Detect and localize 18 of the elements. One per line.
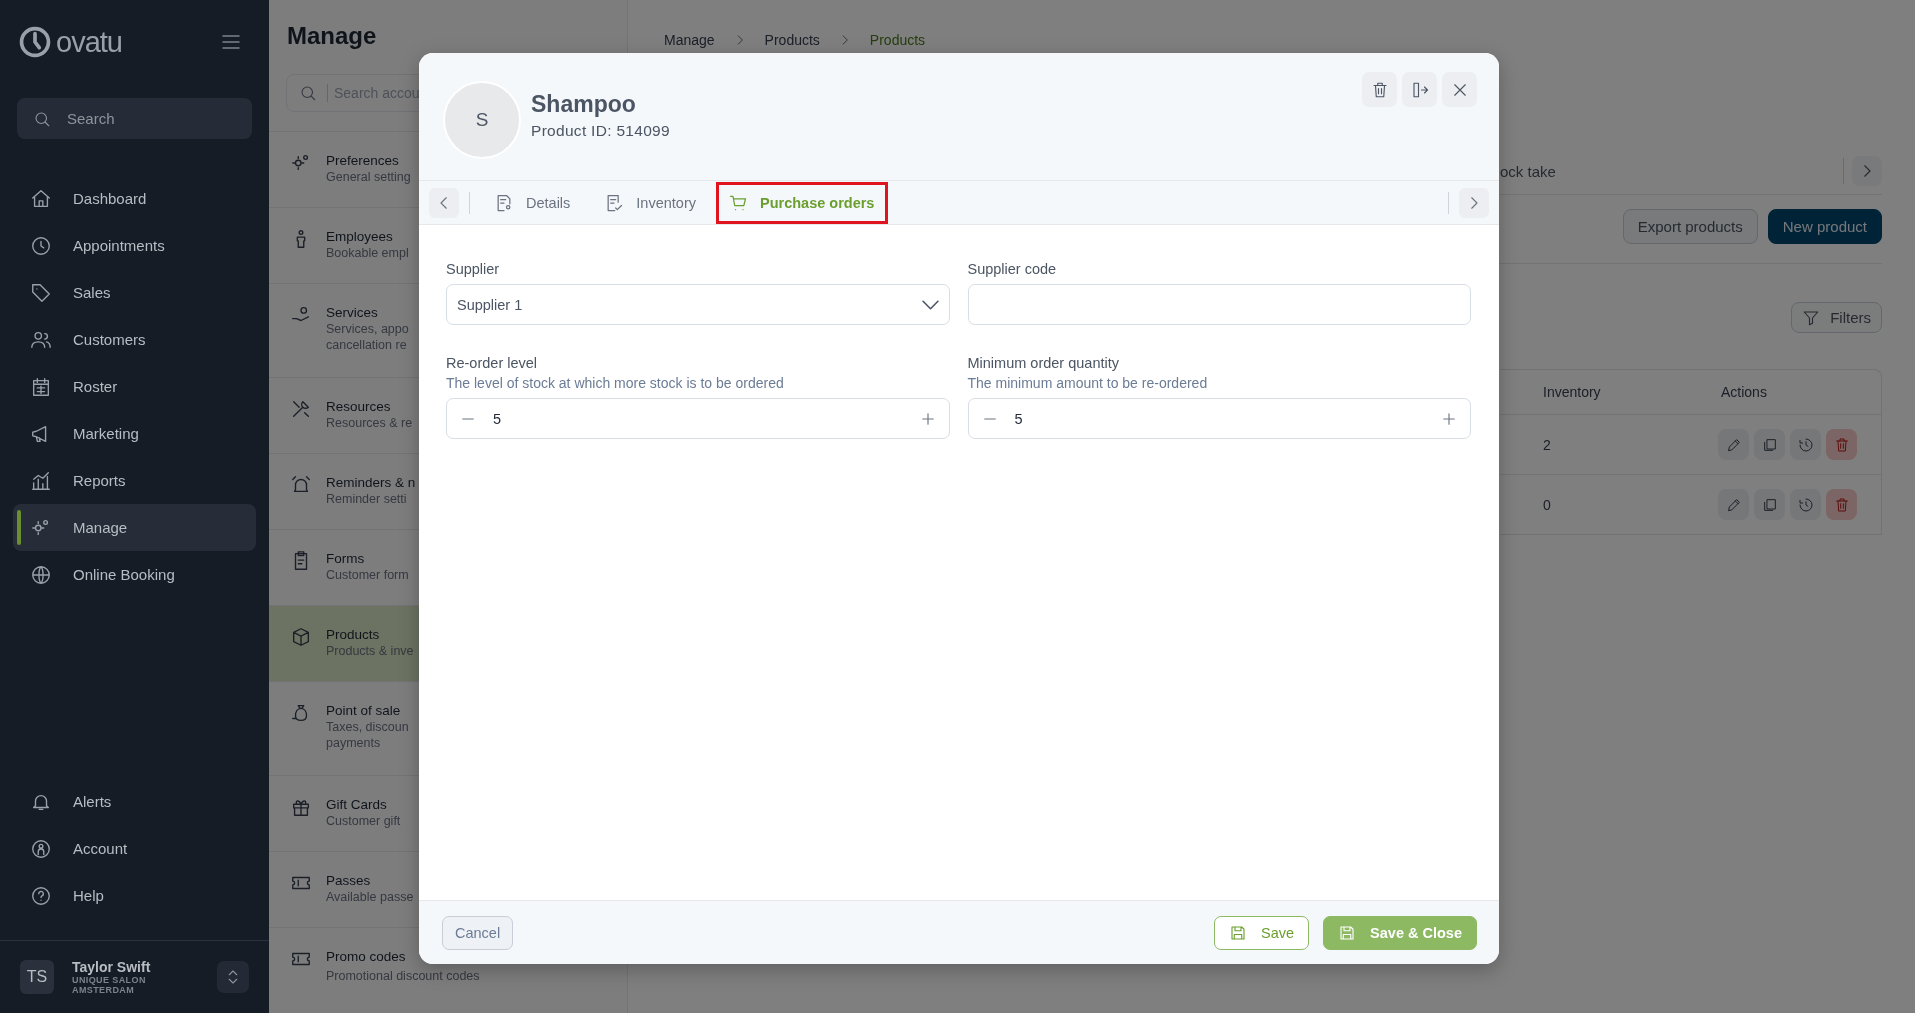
table-cell-text: 2 — [1542, 436, 1552, 453]
user-name: Taylor Swift — [72, 959, 152, 975]
salon-name: UNIQUE SALON AMSTERDAM — [72, 975, 147, 995]
field-label: Supplier code — [967, 261, 1058, 277]
table-cell-text: 0 — [1542, 496, 1552, 513]
field-label: Minimum order quantity — [967, 355, 1120, 371]
column-header: Inventory — [1542, 384, 1602, 400]
column-header: Actions — [1721, 384, 1767, 400]
panel-title: Manage — [287, 22, 378, 51]
field-description: The level of stock at which more stock is to be ordered — [446, 375, 785, 391]
logo: ovatu — [18, 25, 122, 59]
product-avatar: S — [443, 81, 521, 159]
field-label: Supplier — [446, 261, 501, 277]
field-label: Re-order level — [446, 355, 539, 371]
field-description: The minimum amount to be re-ordered — [967, 375, 1209, 391]
product-id: Product ID: 514099 — [531, 122, 671, 140]
dialog-title: Shampoo — [531, 91, 637, 118]
user-avatar: TS — [20, 960, 54, 994]
